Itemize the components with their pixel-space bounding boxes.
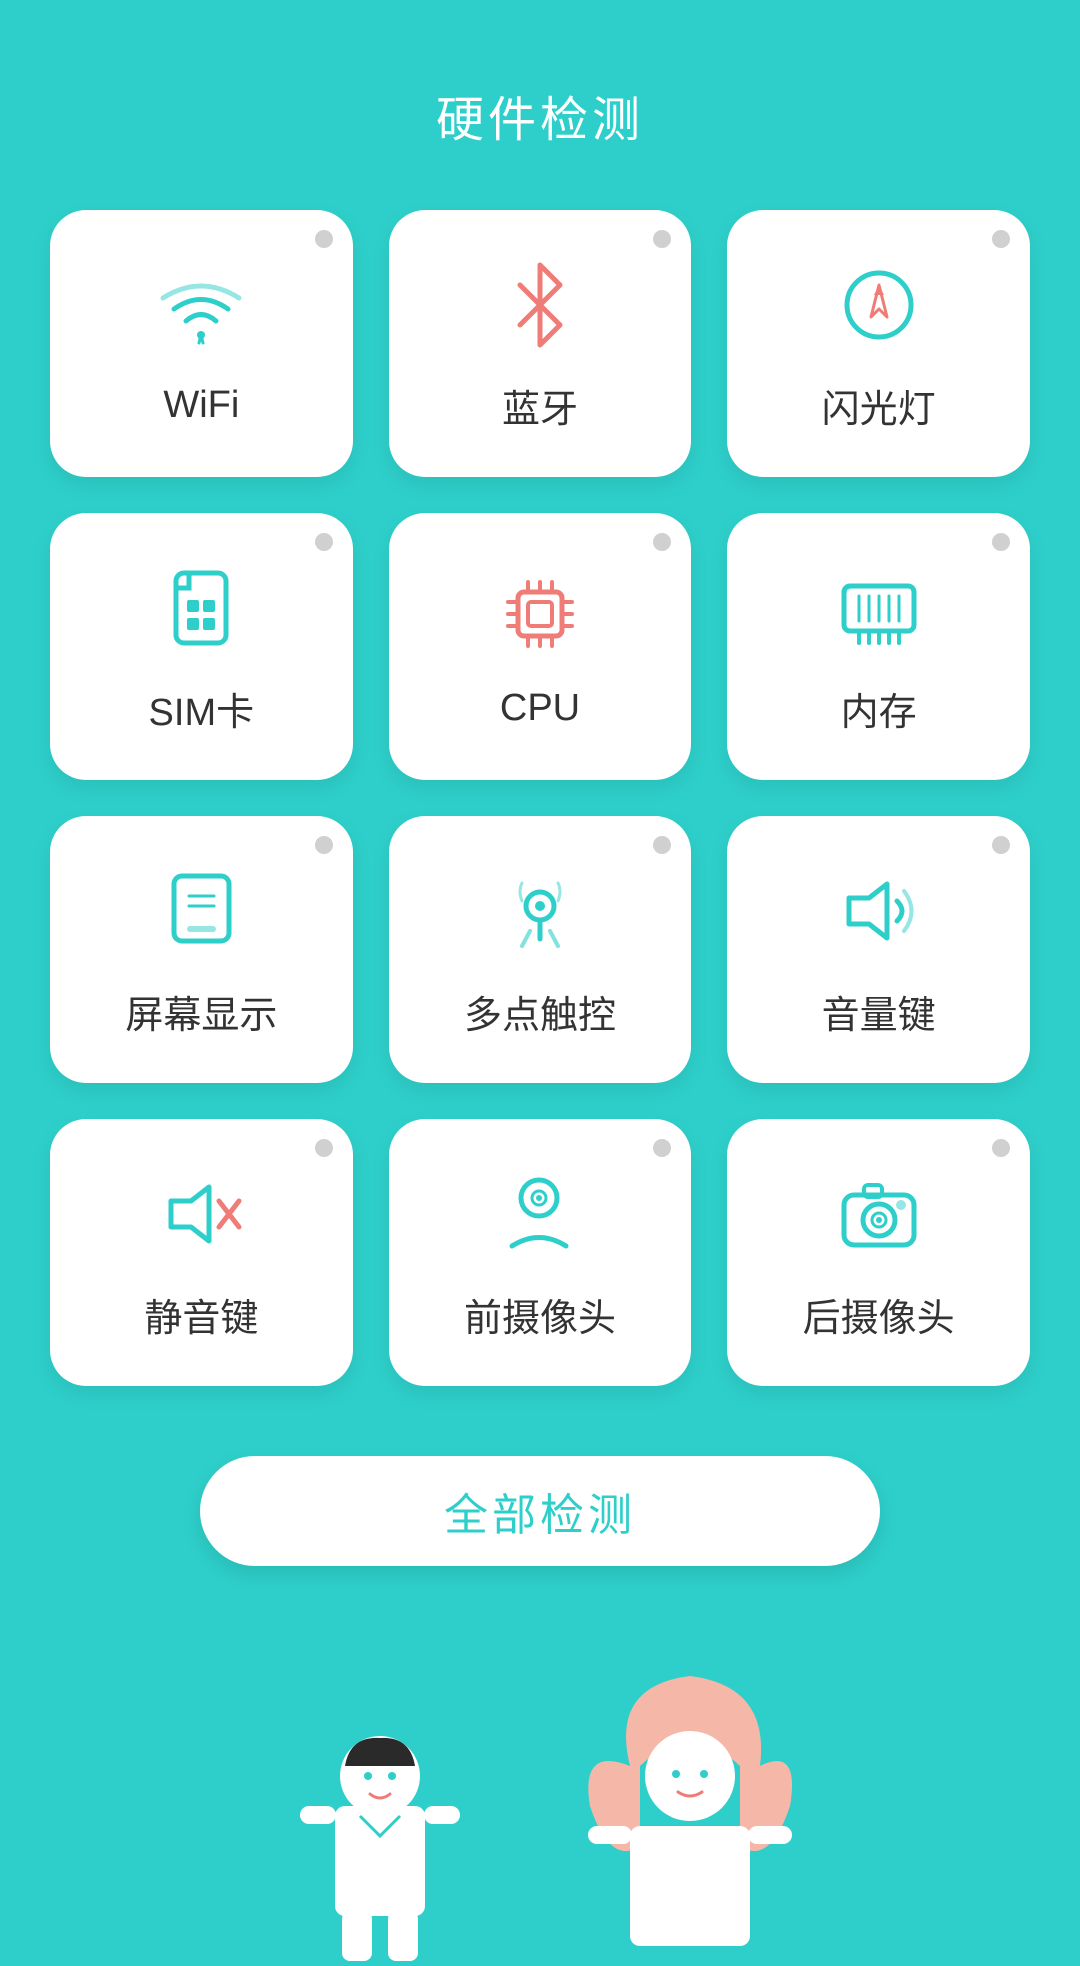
card-dot: [315, 533, 333, 551]
touch-card[interactable]: 多点触控: [389, 816, 692, 1083]
card-dot: [653, 1139, 671, 1157]
screen-label: 屏幕显示: [125, 984, 277, 1039]
card-dot: [992, 1139, 1010, 1157]
cpu-label: CPU: [500, 687, 580, 730]
memory-card[interactable]: 内存: [727, 513, 1030, 780]
page-title: 硬件检测: [436, 80, 644, 150]
wifi-card[interactable]: WiFi: [50, 210, 353, 477]
card-dot: [315, 1139, 333, 1157]
mute-icon: [156, 1169, 246, 1259]
detect-all-button[interactable]: 全部检测: [200, 1456, 880, 1566]
flashlight-label: 闪光灯: [822, 378, 936, 433]
card-dot: [992, 533, 1010, 551]
card-dot: [315, 230, 333, 248]
feature-grid: WiFi 蓝牙 闪光灯: [0, 210, 1080, 1386]
bluetooth-card[interactable]: 蓝牙: [389, 210, 692, 477]
card-dot: [653, 533, 671, 551]
cpu-card[interactable]: CPU: [389, 513, 692, 780]
wifi-label: WiFi: [163, 384, 239, 427]
rear-camera-icon: [834, 1169, 924, 1259]
memory-icon: [834, 563, 924, 653]
card-dot: [315, 836, 333, 854]
front-camera-label: 前摄像头: [464, 1287, 616, 1342]
bluetooth-label: 蓝牙: [502, 378, 578, 433]
cpu-icon: [495, 569, 585, 659]
mute-label: 静音键: [144, 1287, 258, 1342]
volume-icon: [834, 866, 924, 956]
rear-camera-label: 后摄像头: [803, 1287, 955, 1342]
mute-card[interactable]: 静音键: [50, 1119, 353, 1386]
person-right-icon: [570, 1666, 810, 1966]
touch-label: 多点触控: [464, 984, 616, 1039]
screen-icon: [156, 866, 246, 956]
volume-card[interactable]: 音量键: [727, 816, 1030, 1083]
front-camera-icon: [495, 1169, 585, 1259]
touch-icon: [495, 866, 585, 956]
flashlight-icon: [834, 260, 924, 350]
screen-card[interactable]: 屏幕显示: [50, 816, 353, 1083]
person-left-icon: [270, 1686, 490, 1966]
front-camera-card[interactable]: 前摄像头: [389, 1119, 692, 1386]
illustration: [0, 1646, 1080, 1966]
volume-label: 音量键: [822, 984, 936, 1039]
sim-label: SIM卡: [149, 681, 255, 736]
card-dot: [653, 230, 671, 248]
card-dot: [653, 836, 671, 854]
card-dot: [992, 230, 1010, 248]
wifi-icon: [156, 266, 246, 356]
sim-card[interactable]: SIM卡: [50, 513, 353, 780]
flashlight-card[interactable]: 闪光灯: [727, 210, 1030, 477]
sim-icon: [156, 563, 246, 653]
bluetooth-icon: [495, 260, 585, 350]
memory-label: 内存: [841, 681, 917, 736]
card-dot: [992, 836, 1010, 854]
rear-camera-card[interactable]: 后摄像头: [727, 1119, 1030, 1386]
